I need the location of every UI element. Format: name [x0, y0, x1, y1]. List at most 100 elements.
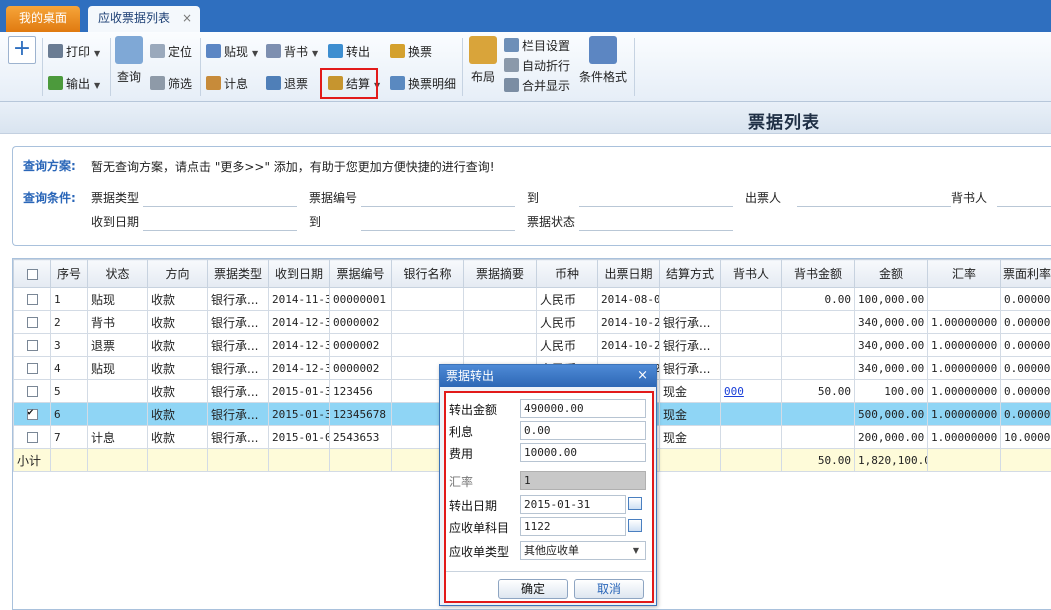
conditional-format-button[interactable]: 条件格式: [578, 36, 628, 85]
exchange-button[interactable]: 换票: [390, 42, 432, 62]
close-icon[interactable]: ×: [637, 365, 648, 387]
table-cell: 1.00000000: [927, 425, 1001, 449]
exchange-detail-button[interactable]: 换票明细: [390, 74, 456, 94]
receive-date-from-input[interactable]: [143, 213, 297, 231]
column-header[interactable]: 金额: [854, 259, 928, 288]
row-checkbox-cell[interactable]: [13, 379, 51, 403]
table-cell: 收款: [147, 379, 208, 403]
table-cell: 340,000.00: [854, 333, 928, 357]
bill-no-to-input[interactable]: [579, 189, 733, 207]
row-checkbox-cell[interactable]: [13, 333, 51, 357]
fee-input[interactable]: 10000.00: [520, 443, 646, 462]
table-cell: [781, 310, 855, 334]
bill-type-input[interactable]: [143, 189, 297, 207]
row-checkbox-cell[interactable]: [13, 287, 51, 311]
column-settings-button[interactable]: 栏目设置: [504, 36, 570, 56]
tab-receivable-bills[interactable]: 应收票据列表 ×: [88, 6, 200, 32]
transfer-out-button[interactable]: 转出: [328, 42, 370, 62]
column-header[interactable]: 方向: [147, 259, 208, 288]
layout-button[interactable]: 布局: [468, 36, 498, 85]
endorser-link[interactable]: 000: [724, 385, 744, 398]
row-checkbox-cell[interactable]: [13, 425, 51, 449]
auto-wrap-button[interactable]: 自动折行: [504, 56, 570, 76]
table-cell: 银行承...: [207, 356, 269, 380]
select-all-checkbox[interactable]: [26, 268, 38, 280]
wrap-icon: [504, 58, 519, 72]
table-cell: 2543653: [329, 425, 392, 449]
chevron-down-icon[interactable]: ▼: [312, 49, 318, 58]
row-checkbox[interactable]: [26, 363, 38, 374]
interest-button[interactable]: 计息: [206, 74, 248, 94]
column-header[interactable]: 出票日期: [597, 259, 660, 288]
ok-button[interactable]: 确定: [498, 579, 568, 599]
dialog-title: 票据转出: [446, 369, 495, 383]
receivable-type-select[interactable]: 其他应收单 ▼: [520, 541, 646, 560]
column-header[interactable]: 票据编号: [329, 259, 392, 288]
column-header[interactable]: 票据摘要: [463, 259, 537, 288]
table-cell: 0.00: [781, 287, 855, 311]
table-cell: [87, 379, 148, 403]
column-header[interactable]: 汇率: [927, 259, 1001, 288]
column-header[interactable]: 票据类型: [207, 259, 269, 288]
drawer-input[interactable]: [797, 189, 951, 207]
table-cell: 2014-12-31: [268, 356, 330, 380]
query-button[interactable]: 查询: [114, 36, 144, 85]
column-header[interactable]: 背书人: [720, 259, 782, 288]
row-checkbox[interactable]: [26, 407, 38, 420]
table-cell: 银行承...: [659, 333, 721, 357]
row-checkbox[interactable]: [26, 386, 38, 397]
export-button[interactable]: 输出 ▼: [48, 74, 100, 94]
endorser-input[interactable]: [997, 189, 1051, 207]
discount-button[interactable]: 贴现 ▼: [206, 42, 258, 62]
calendar-icon[interactable]: [628, 497, 642, 510]
column-header[interactable]: 票面利率: [1000, 259, 1051, 288]
receive-date-to-input[interactable]: [361, 213, 515, 231]
return-bill-button[interactable]: 退票: [266, 74, 308, 94]
row-checkbox[interactable]: [26, 294, 38, 305]
column-header[interactable]: 结算方式: [659, 259, 721, 288]
chevron-down-icon[interactable]: ▼: [94, 49, 100, 58]
column-header[interactable]: 收到日期: [268, 259, 330, 288]
table-row[interactable]: 3退票收款银行承...2014-12-310000002人民币2014-10-2…: [13, 333, 1051, 357]
row-checkbox-cell[interactable]: [13, 402, 51, 426]
chevron-down-icon[interactable]: ▼: [94, 81, 100, 90]
column-header[interactable]: 银行名称: [391, 259, 464, 288]
column-header[interactable]: 状态: [87, 259, 148, 288]
table-cell: [781, 402, 855, 426]
select-all-header[interactable]: [13, 259, 51, 288]
row-checkbox[interactable]: [26, 340, 38, 351]
add-button[interactable]: +: [8, 36, 36, 64]
table-cell: [720, 333, 782, 357]
layout-icon: [469, 36, 497, 64]
chevron-down-icon[interactable]: ▼: [633, 542, 639, 559]
query-panel: 查询方案: 暂无查询方案，请点击 "更多>>" 添加，有助于您更加方便快捷的进行…: [12, 146, 1051, 246]
interest-input[interactable]: 0.00: [520, 421, 646, 440]
row-checkbox[interactable]: [26, 432, 38, 443]
column-header[interactable]: 币种: [536, 259, 598, 288]
account-input[interactable]: 1122: [520, 517, 626, 536]
bill-status-input[interactable]: [579, 213, 733, 231]
table-cell: 银行承...: [207, 287, 269, 311]
cancel-button[interactable]: 取消: [574, 579, 644, 599]
column-header[interactable]: 背书金额: [781, 259, 855, 288]
locate-button[interactable]: 定位: [150, 42, 192, 62]
out-date-input[interactable]: 2015-01-31: [520, 495, 626, 514]
column-header[interactable]: 序号: [50, 259, 88, 288]
tab-close-icon[interactable]: ×: [182, 6, 192, 30]
endorse-button[interactable]: 背书 ▼: [266, 42, 318, 62]
merge-display-button[interactable]: 合并显示: [504, 76, 570, 96]
tab-my-desktop[interactable]: 我的桌面: [6, 6, 80, 32]
filter-button[interactable]: 筛选: [150, 74, 192, 94]
out-amount-input[interactable]: 490000.00: [520, 399, 646, 418]
bill-status-label: 票据状态: [527, 215, 576, 229]
row-checkbox[interactable]: [26, 317, 38, 328]
table-row[interactable]: 1贴现收款银行承...2014-11-3000000001 人民币2014-08-…: [13, 287, 1051, 311]
lookup-icon[interactable]: [628, 519, 642, 532]
row-checkbox-cell[interactable]: [13, 310, 51, 334]
bill-no-from-input[interactable]: [361, 189, 515, 207]
chevron-down-icon[interactable]: ▼: [252, 49, 258, 58]
print-button[interactable]: 打印 ▼: [48, 42, 100, 62]
table-row[interactable]: 2背书收款银行承...2014-12-310000002人民币2014-10-2…: [13, 310, 1051, 334]
table-cell: 0000002: [329, 333, 392, 357]
row-checkbox-cell[interactable]: [13, 356, 51, 380]
